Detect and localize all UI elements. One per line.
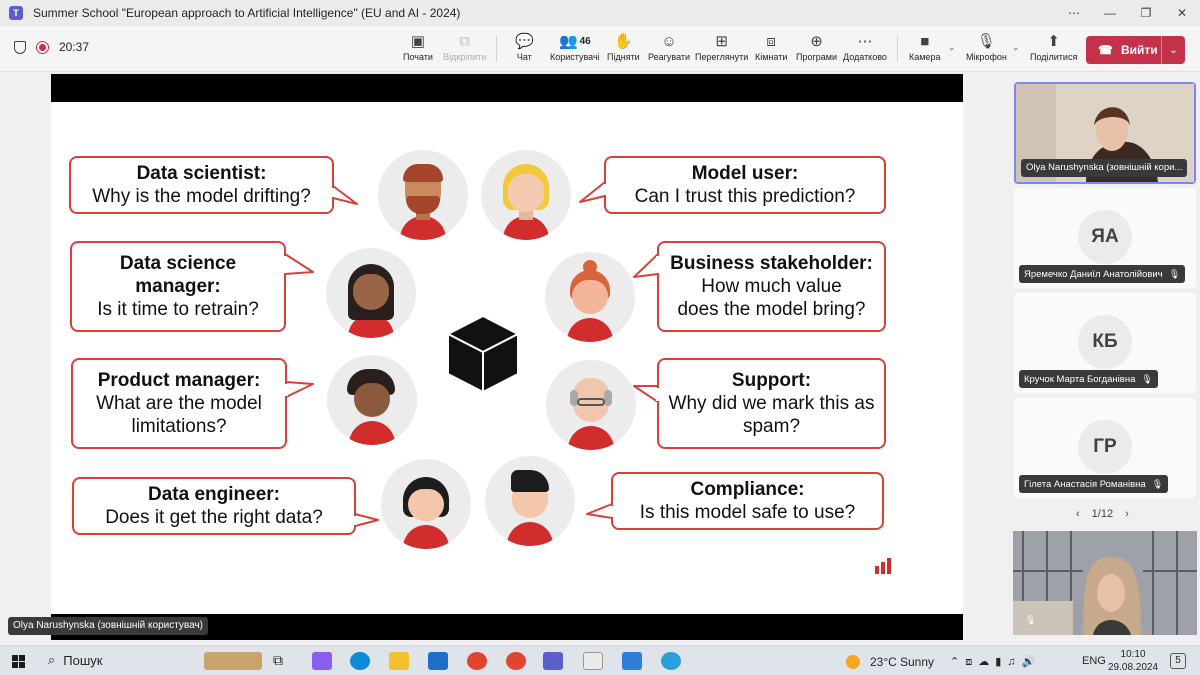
people-icon: 👥 <box>558 33 578 50</box>
brand-logo-icon <box>875 558 891 574</box>
chevron-down-icon[interactable]: ⌄ <box>1161 36 1185 64</box>
chevron-down-icon[interactable]: ⌄ <box>1012 42 1020 53</box>
meeting-timer: 20:37 <box>59 40 90 54</box>
apps-button[interactable]: ⊕ Програми <box>796 32 837 68</box>
widget-image[interactable] <box>204 652 262 670</box>
file-explorer-icon[interactable] <box>389 652 409 670</box>
avatar-business-stakeholder <box>545 252 635 342</box>
avatar-product-manager <box>327 355 417 445</box>
leave-button[interactable]: ☎ Вийти ⌄ <box>1086 36 1185 64</box>
close-button[interactable]: ✕ <box>1164 0 1200 26</box>
teams-icon: T <box>9 6 23 20</box>
view-button[interactable]: ⊞ Переглянути <box>695 32 748 68</box>
avatar-compliance <box>485 456 575 546</box>
weather-icon <box>846 655 860 672</box>
avatar-data-science-manager <box>326 248 416 338</box>
mail-icon[interactable] <box>428 652 448 670</box>
camera-icon: ■ <box>920 33 930 50</box>
language-indicator[interactable]: ENG <box>1082 655 1106 667</box>
avatar-data-engineer <box>381 459 471 549</box>
search-icon: ⌕ <box>48 652 56 667</box>
chat-button[interactable]: 💬 Чат <box>515 32 534 68</box>
system-tray-icons[interactable]: ⌃⧈☁▮♫🔊 <box>950 655 1041 669</box>
notifications-icon[interactable]: 5 <box>1170 653 1186 669</box>
avatar-data-scientist <box>378 150 468 240</box>
chrome-profile-icon[interactable] <box>506 652 526 670</box>
teams-taskbar-icon[interactable] <box>543 652 563 670</box>
weather-temp: 23°C <box>870 655 897 669</box>
more-options-icon[interactable]: ⋯ <box>1056 0 1092 26</box>
start-share-button[interactable]: ▣ Почати <box>403 32 433 68</box>
people-count: 46 <box>579 36 591 47</box>
minimize-button[interactable]: — <box>1092 0 1128 26</box>
rooms-icon: ⧈ <box>766 33 776 50</box>
mic-off-icon: 🎙 <box>1141 374 1153 384</box>
weather-desc: Sunny <box>900 655 935 669</box>
participant-name: Гілета Анастасія Романівна 🎙 <box>1019 475 1169 493</box>
chevron-right-icon[interactable]: › <box>1125 508 1129 520</box>
participant-tile[interactable]: ЯА Яремечко Даниїл Анатолійович 🎙 <box>1014 188 1196 288</box>
edge-icon[interactable] <box>350 652 370 670</box>
black-box-icon <box>446 314 520 394</box>
title-bar: T Summer School "European approach to Ar… <box>0 0 1200 26</box>
task-view-icon[interactable]: ⧉ <box>273 652 293 670</box>
react-button[interactable]: ☺ Реагувати <box>648 32 690 68</box>
camera-button[interactable]: ■ Камера <box>909 32 940 68</box>
participant-tile[interactable]: КБ Кручок Марта Богданівна 🎙 <box>1014 293 1196 393</box>
participant-pager: ‹ 1/12 › <box>1076 508 1129 520</box>
avatar: ГР <box>1078 420 1132 474</box>
telegram-icon[interactable] <box>661 652 681 670</box>
chevron-left-icon[interactable]: ‹ <box>1076 508 1080 520</box>
presenter-name-label: Olya Narushynska (зовнішній користувач) <box>8 617 208 635</box>
grid-icon: ⊞ <box>715 33 728 50</box>
participant-name: Кручок Марта Богданівна 🎙 <box>1019 370 1158 388</box>
windows-taskbar: ⌕ Пошук ⧉ 23°C Sunny ⌃⧈☁▮♫🔊 ENG 10:10 29… <box>0 645 1200 675</box>
self-video-tile[interactable]: 🎙 <box>1013 531 1197 635</box>
avatar-support <box>546 360 636 450</box>
windows-start-icon[interactable] <box>12 655 25 668</box>
mic-off-icon: 🎙 <box>1025 615 1036 626</box>
phone-icon: ☎ <box>1098 43 1113 57</box>
upload-icon: ⬆ <box>1047 33 1060 50</box>
chat-icon: 💬 <box>515 33 534 50</box>
raise-hand-button[interactable]: ✋ Підняти <box>607 32 640 68</box>
unpin-icon: ⧉ <box>459 33 470 50</box>
window-title: Summer School "European approach to Arti… <box>33 6 461 20</box>
taskbar-clock[interactable]: 10:10 29.08.2024 <box>1108 648 1158 674</box>
avatar-model-user <box>481 150 571 240</box>
meeting-toolbar: 20:37 ▣ Почати ⧉ Відкріпити 💬 Чат 👥 46 Ко… <box>0 26 1200 72</box>
more-button[interactable]: ⋯ Додатково <box>843 32 887 68</box>
photos-icon[interactable] <box>622 652 642 670</box>
participant-name: Яремечко Даниїл Анатолійович 🎙 <box>1019 265 1186 283</box>
avatar: КБ <box>1078 315 1132 369</box>
maximize-button[interactable]: ❐ <box>1128 0 1164 26</box>
screen-share-icon: ▣ <box>410 33 426 50</box>
chrome-icon[interactable] <box>467 652 487 670</box>
microphone-button[interactable]: 🎙 Мікрофон <box>966 32 1007 68</box>
smile-icon: ☺ <box>661 33 677 50</box>
plus-icon: ⊕ <box>810 33 823 50</box>
presentation-slide: Data scientist: Why is the model drifting… <box>51 102 963 614</box>
share-content-button[interactable]: ⬆ Поділитися <box>1030 32 1077 68</box>
calendar-app-icon[interactable] <box>583 652 603 670</box>
mic-off-icon: 🎙 <box>1151 479 1164 489</box>
mic-off-icon: 🎙 <box>1168 269 1181 279</box>
mic-off-icon: 🎙 <box>976 33 996 50</box>
unpin-button[interactable]: ⧉ Відкріпити <box>443 32 486 68</box>
ellipsis-icon: ⋯ <box>857 33 873 50</box>
taskbar-search[interactable]: ⌕ Пошук <box>48 652 102 668</box>
shield-icon <box>14 40 26 54</box>
participant-name: Olya Narushynska (зовнішній кори... <box>1021 159 1188 177</box>
copilot-icon[interactable] <box>312 652 332 670</box>
chevron-down-icon[interactable]: ⌄ <box>948 42 956 53</box>
people-button[interactable]: 👥 46 Користувачі <box>550 32 600 68</box>
avatar: ЯА <box>1078 210 1132 264</box>
rooms-button[interactable]: ⧈ Кімнати <box>755 32 787 68</box>
participant-tile[interactable]: Olya Narushynska (зовнішній кори... <box>1014 82 1196 184</box>
hand-icon: ✋ <box>614 33 633 50</box>
participant-tile[interactable]: ГР Гілета Анастасія Романівна 🎙 <box>1014 398 1196 498</box>
recording-icon <box>36 40 49 54</box>
